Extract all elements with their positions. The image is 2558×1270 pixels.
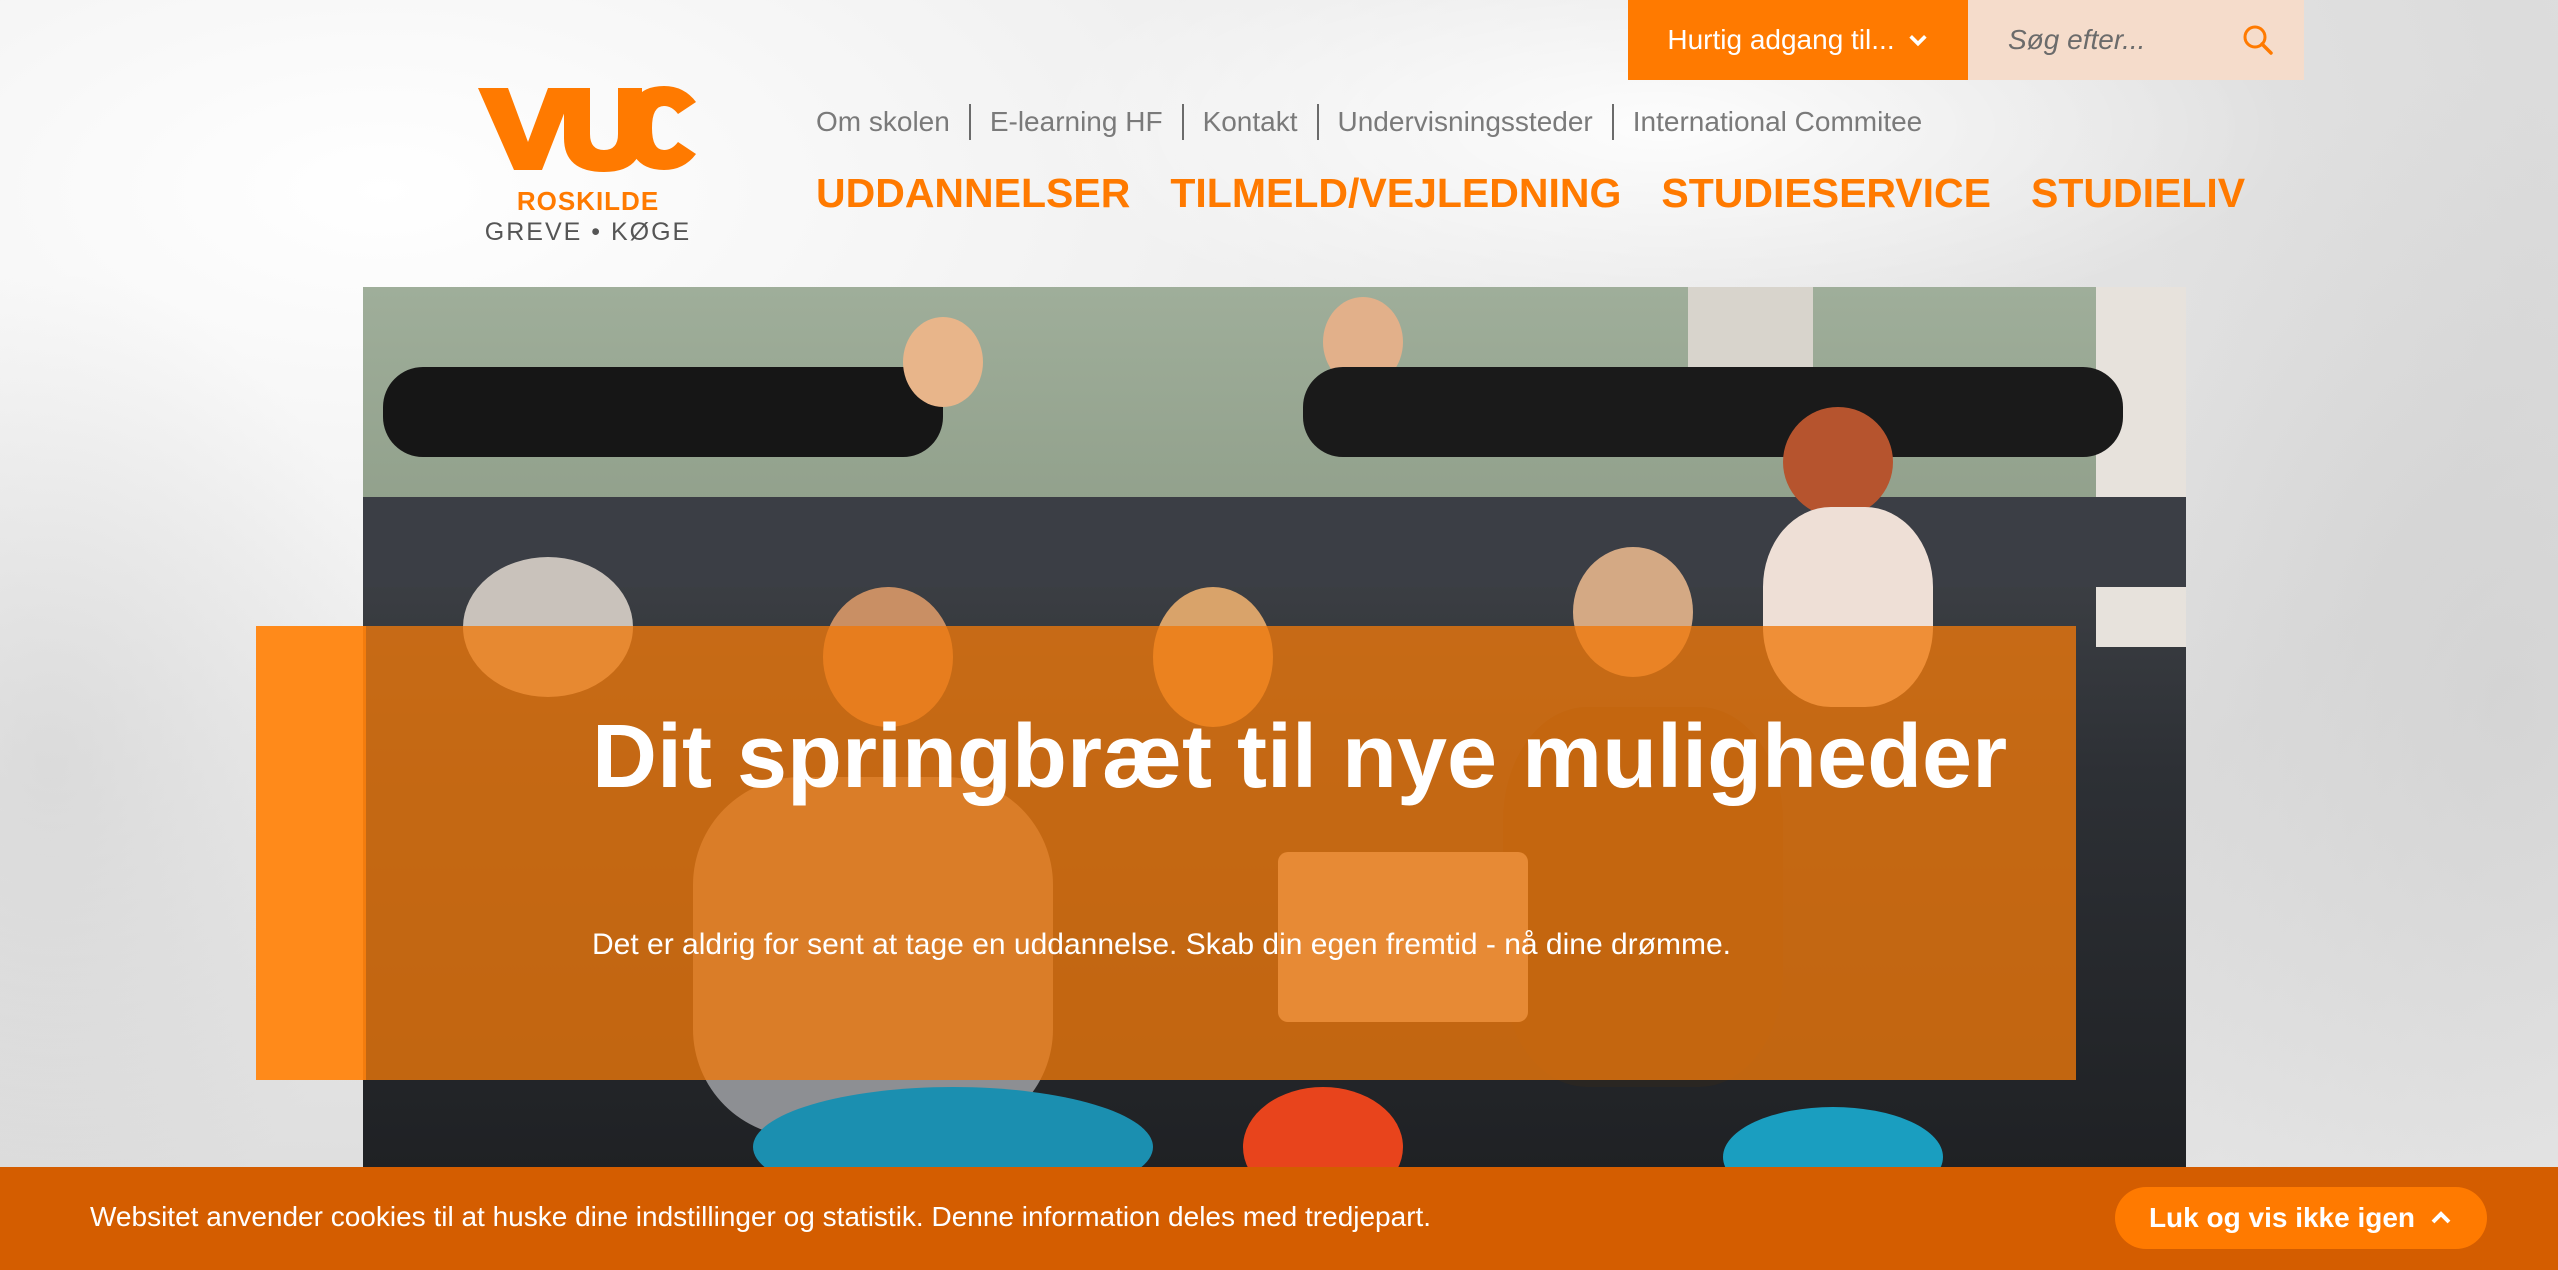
main-nav-studieliv[interactable]: STUDIELIV — [2031, 170, 2245, 217]
util-nav-kontakt[interactable]: Kontakt — [1181, 104, 1317, 140]
cookie-banner: Websitet anvender cookies til at huske d… — [0, 1167, 2558, 1270]
logo-name: ROSKILDE — [516, 186, 660, 216]
quick-access-label: Hurtig adgang til... — [1667, 24, 1895, 55]
hero-photo-person — [1303, 367, 2123, 457]
chevron-up-icon — [2431, 1211, 2451, 1224]
main-nav: UDDANNELSER TILMELD/VEJLEDNING STUDIESER… — [816, 170, 2245, 217]
hero-title: Dit springbræt til nye muligheder — [592, 707, 2008, 807]
util-nav-om-skolen[interactable]: Om skolen — [816, 104, 969, 140]
cookie-dismiss-label: Luk og vis ikke igen — [2148, 1202, 2416, 1233]
search-icon[interactable] — [2242, 24, 2274, 56]
hero-photo-person — [903, 317, 983, 407]
util-nav-e-learning-hf[interactable]: E-learning HF — [968, 104, 1182, 140]
hero-photo-person — [1243, 1087, 1403, 1170]
util-nav-international-commitee[interactable]: International Commitee — [1611, 104, 1941, 140]
search-box — [1968, 0, 2304, 80]
main-nav-studieservice[interactable]: STUDIESERVICE — [1661, 170, 1991, 217]
hero-accent-band — [256, 626, 366, 1080]
main-nav-uddannelser[interactable]: UDDANNELSER — [816, 170, 1130, 217]
cookie-text: Websitet anvender cookies til at huske d… — [90, 1201, 1432, 1232]
hero-subtitle: Det er aldrig for sent at tage en uddann… — [592, 928, 1731, 961]
hero-overlay — [363, 626, 2076, 1080]
cookie-dismiss-button[interactable]: Luk og vis ikke igen — [2115, 1187, 2487, 1249]
quick-access-button[interactable]: Hurtig adgang til... — [1628, 0, 1968, 80]
util-nav-undervisningssteder[interactable]: Undervisningssteder — [1316, 104, 1612, 140]
hero-photo-person — [1723, 1107, 1943, 1170]
chevron-down-icon — [1908, 35, 1927, 47]
vuc-logo-mark — [478, 86, 696, 172]
site-logo[interactable]: ROSKILDE GREVE • KØGE — [478, 82, 698, 252]
utility-nav: Om skolen E-learning HF Kontakt Undervis… — [816, 104, 1941, 140]
main-nav-tilmeld-vejledning[interactable]: TILMELD/VEJLEDNING — [1170, 170, 1621, 217]
logo-locations: GREVE • KØGE — [484, 218, 692, 246]
hero-photo-person — [1783, 407, 1893, 517]
hero-photo-person — [383, 367, 943, 457]
search-input[interactable] — [1968, 23, 2240, 57]
hero-photo-wall — [2096, 287, 2186, 647]
